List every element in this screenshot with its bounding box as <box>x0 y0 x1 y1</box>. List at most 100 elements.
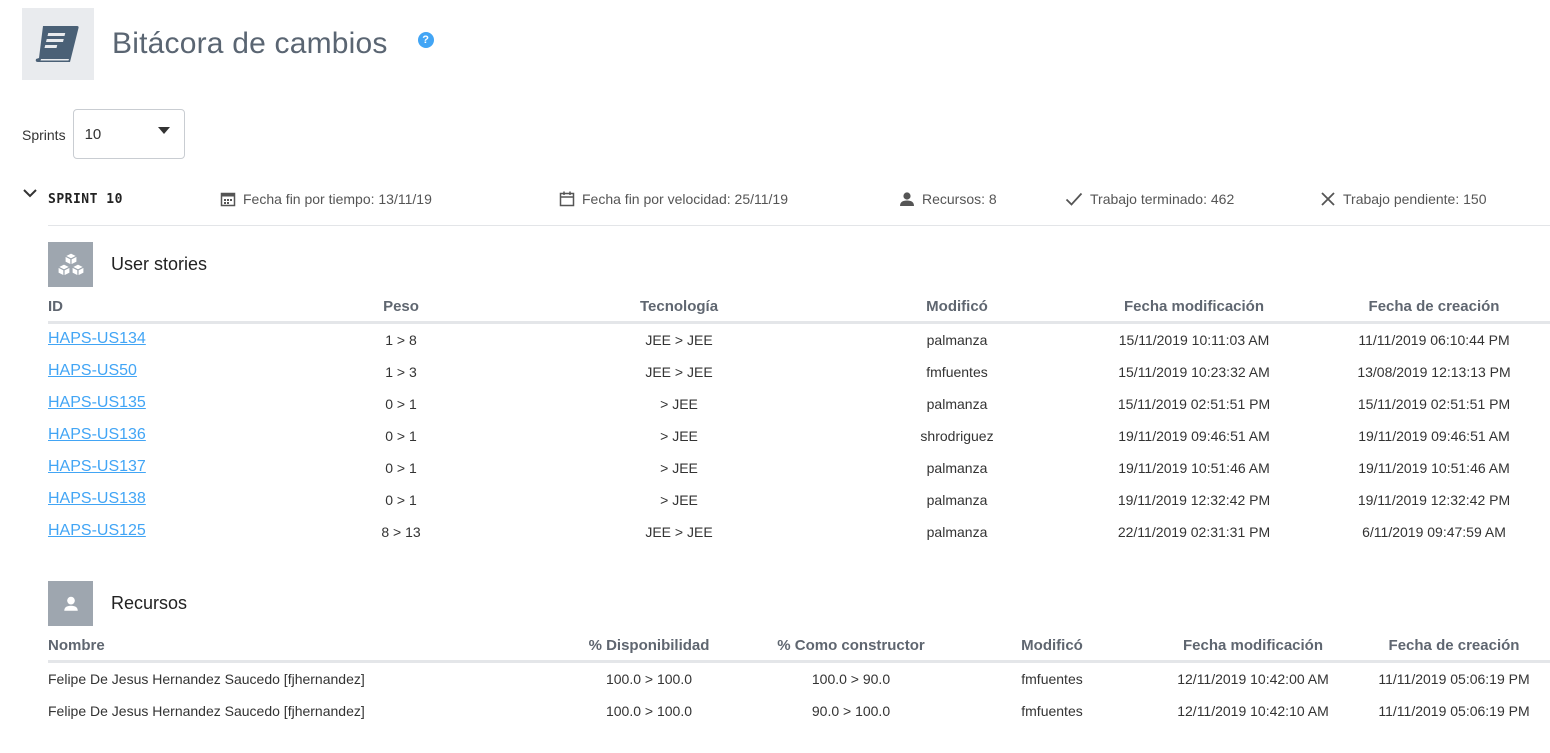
page-title: Bitácora de cambios <box>112 27 388 60</box>
table-cell: 15/11/2019 02:51:51 PM <box>1357 396 1511 412</box>
table-cell: Felipe De Jesus Hernandez Saucedo [fjher… <box>48 671 365 687</box>
help-icon[interactable]: ? <box>417 32 434 48</box>
table-row: HAPS-US137 0 > 1 > JEE palmanza 19/11/2019 1… <box>48 452 1550 484</box>
table-cell: fmfuentes <box>1021 671 1083 687</box>
column-header[interactable]: ID <box>48 298 63 315</box>
table-body: HAPS-US134 1 > 8 JEE > JEE palmanza 15/11/20… <box>48 324 1550 548</box>
table-cell: 19/11/2019 10:51:46 AM <box>1358 460 1510 476</box>
table-cell: palmanza <box>926 332 988 348</box>
table-cell: HAPS-US125 <box>48 522 146 540</box>
table-cell: 13/08/2019 12:13:13 PM <box>1357 364 1511 380</box>
table-cell: 11/11/2019 06:10:44 PM <box>1358 332 1510 348</box>
sprint-name: SPRINT 10 <box>48 192 123 207</box>
user-stories-table: ID Peso Tecnología Modificó Fecha modifi… <box>48 296 1550 548</box>
table-cell: 100.0 > 100.0 <box>605 671 693 687</box>
table-cell: 6/11/2019 09:47:59 AM <box>1362 524 1506 540</box>
table-cell: > JEE <box>660 428 698 444</box>
table-cell: palmanza <box>926 460 988 476</box>
calendar-icon <box>559 191 575 207</box>
caret-down-icon <box>157 127 170 134</box>
user-story-link[interactable]: HAPS-US138 <box>48 490 146 507</box>
user-story-link[interactable]: HAPS-US135 <box>48 394 146 411</box>
table-cell: HAPS-US138 <box>48 490 146 508</box>
user-stories-header: User stories <box>48 242 207 287</box>
column-header[interactable]: Peso <box>383 298 419 315</box>
table-cell: JEE > JEE <box>645 364 713 380</box>
calendar-icon <box>220 192 236 207</box>
column-header[interactable]: Nombre <box>48 637 105 654</box>
table-cell: shrodriguez <box>920 428 994 444</box>
sprint-selector: Sprints 10 <box>22 107 185 159</box>
table-cell: 19/11/2019 09:46:51 AM <box>1358 428 1510 444</box>
divider <box>48 225 1550 226</box>
table-cell: 22/11/2019 02:31:31 PM <box>1117 524 1271 540</box>
stat-trabajo-terminado: Trabajo terminado: 462 <box>1065 191 1234 207</box>
column-header[interactable]: Tecnología <box>640 298 718 315</box>
column-header[interactable]: Modificó <box>926 298 988 315</box>
table-cell: JEE > JEE <box>645 332 713 348</box>
table-cell: 11/11/2019 05:06:19 PM <box>1378 703 1530 719</box>
table-cell: fmfuentes <box>926 364 988 380</box>
stat-recursos: Recursos: 8 <box>899 191 997 207</box>
user-icon <box>48 581 93 626</box>
column-header[interactable]: Fecha modificación <box>1124 298 1264 315</box>
table-cell: 19/11/2019 10:51:46 AM <box>1118 460 1270 476</box>
column-header[interactable]: Fecha modificación <box>1183 637 1323 654</box>
column-header[interactable]: Modificó <box>1021 637 1083 654</box>
table-cell: palmanza <box>926 396 988 412</box>
recursos-header: Recursos <box>48 581 187 626</box>
table-cell: 100.0 > 90.0 <box>811 671 891 687</box>
table-row: HAPS-US50 1 > 3 JEE > JEE fmfuentes 15/11/20… <box>48 356 1550 388</box>
column-header[interactable]: Fecha de creación <box>1389 637 1520 654</box>
table-cell: HAPS-US137 <box>48 458 146 476</box>
table-cell: JEE > JEE <box>645 524 713 540</box>
chevron-down-icon[interactable] <box>22 186 38 202</box>
user-story-link[interactable]: HAPS-US134 <box>48 330 146 347</box>
table-cell: Felipe De Jesus Hernandez Saucedo [fjher… <box>48 703 365 719</box>
table-cell: 0 > 1 <box>385 396 417 412</box>
column-header[interactable]: Fecha de creación <box>1369 298 1500 315</box>
close-icon <box>1321 192 1335 206</box>
table-row: HAPS-US125 8 > 13 JEE > JEE palmanza 22/11/2… <box>48 516 1550 548</box>
table-cell: 12/11/2019 10:42:10 AM <box>1177 703 1329 719</box>
table-header: Nombre % Disponibilidad % Como construct… <box>48 635 1550 663</box>
table-cell: > JEE <box>660 460 698 476</box>
table-row: Felipe De Jesus Hernandez Saucedo [fjher… <box>48 663 1550 695</box>
column-header[interactable]: % Como constructor <box>777 637 925 654</box>
section-title: User stories <box>111 254 208 274</box>
table-cell: 100.0 > 100.0 <box>605 703 693 719</box>
table-row: HAPS-US138 0 > 1 > JEE palmanza 19/11/2019 1… <box>48 484 1550 516</box>
user-story-link[interactable]: HAPS-US136 <box>48 426 146 443</box>
table-cell: 90.0 > 100.0 <box>811 703 891 719</box>
table-cell: 15/11/2019 02:51:51 PM <box>1117 396 1271 412</box>
stat-fecha-fin-tiempo: Fecha fin por tiempo: 13/11/19 <box>220 191 432 207</box>
table-header: ID Peso Tecnología Modificó Fecha modifi… <box>48 296 1550 324</box>
table-row: HAPS-US135 0 > 1 > JEE palmanza 15/11/2019 0… <box>48 388 1550 420</box>
user-story-link[interactable]: HAPS-US50 <box>48 362 137 379</box>
table-cell: palmanza <box>926 492 988 508</box>
column-header[interactable]: % Disponibilidad <box>589 637 710 654</box>
user-story-link[interactable]: HAPS-US125 <box>48 522 146 539</box>
table-cell: 0 > 1 <box>385 428 417 444</box>
table-cell: 15/11/2019 10:23:32 AM <box>1118 364 1270 380</box>
table-cell: HAPS-US50 <box>48 362 137 380</box>
table-cell: > JEE <box>660 492 698 508</box>
table-cell: HAPS-US134 <box>48 330 146 348</box>
table-row: Felipe De Jesus Hernandez Saucedo [fjher… <box>48 695 1550 727</box>
table-cell: 1 > 8 <box>385 332 417 348</box>
table-cell: palmanza <box>926 524 988 540</box>
table-cell: 12/11/2019 10:42:00 AM <box>1177 671 1329 687</box>
table-cell: HAPS-US135 <box>48 394 146 412</box>
table-row: HAPS-US134 1 > 8 JEE > JEE palmanza 15/11/20… <box>48 324 1550 356</box>
table-cell: fmfuentes <box>1021 703 1083 719</box>
sprint-selector-label: Sprints <box>22 127 66 143</box>
stat-trabajo-pendiente: Trabajo pendiente: 150 <box>1320 191 1486 207</box>
table-cell: 15/11/2019 10:11:03 AM <box>1118 332 1270 348</box>
recursos-table: Nombre % Disponibilidad % Como construct… <box>48 635 1550 727</box>
sprint-select[interactable]: 10 <box>72 109 185 159</box>
table-cell: 19/11/2019 12:32:42 PM <box>1117 492 1271 508</box>
user-story-link[interactable]: HAPS-US137 <box>48 458 146 475</box>
table-row: HAPS-US136 0 > 1 > JEE shrodriguez 19/11/201… <box>48 420 1550 452</box>
table-cell: 19/11/2019 09:46:51 AM <box>1118 428 1270 444</box>
table-cell: 8 > 13 <box>381 524 421 540</box>
